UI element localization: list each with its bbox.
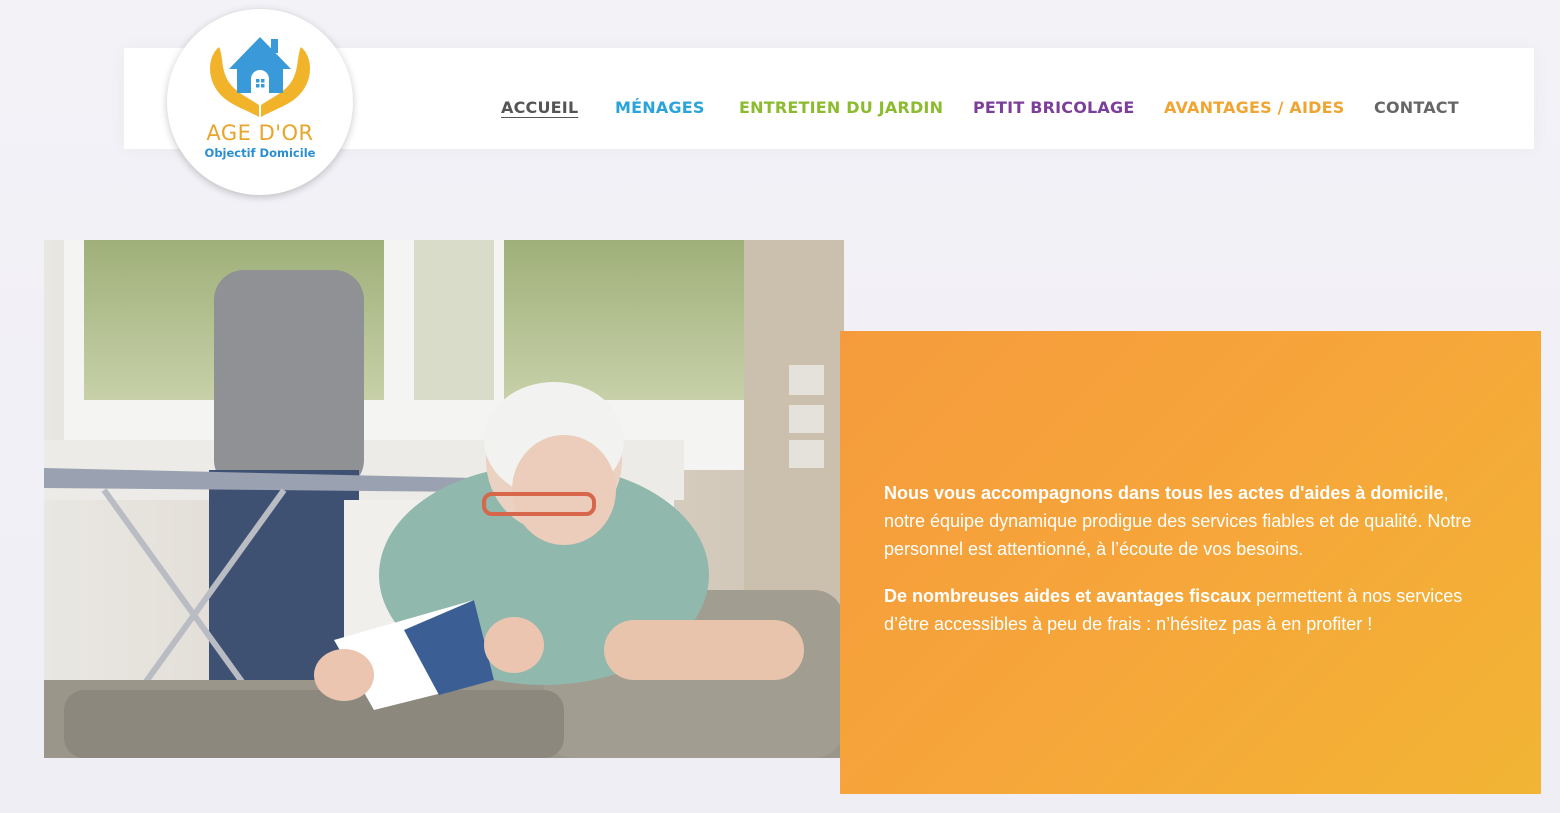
intro-panel: Nous vous accompagnons dans tous les act…: [840, 331, 1541, 794]
logo-tagline: Objectif Domicile: [204, 146, 316, 160]
elderly-woman-reading-photo: [44, 240, 844, 758]
nav-item-accueil[interactable]: ACCUEIL: [501, 98, 578, 117]
intro-paragraph-1: Nous vous accompagnons dans tous les act…: [884, 479, 1484, 563]
nav-item-entretien-jardin[interactable]: ENTRETIEN DU JARDIN: [739, 98, 943, 117]
nav-item-petit-bricolage[interactable]: PETIT BRICOLAGE: [973, 98, 1134, 117]
intro-paragraph-2: De nombreuses aides et avantages fiscaux…: [884, 582, 1484, 638]
nav-item-contact[interactable]: CONTACT: [1374, 98, 1459, 117]
intro-text: Nous vous accompagnons dans tous les act…: [884, 479, 1484, 657]
intro-p2-bold: De nombreuses aides et avantages fiscaux: [884, 586, 1252, 606]
logo-brand-text: AGE D'OR: [206, 121, 314, 145]
hero-photo: [44, 240, 844, 758]
intro-p1-bold: Nous vous accompagnons dans tous les act…: [884, 483, 1444, 503]
nav-item-menages[interactable]: MÉNAGES: [615, 98, 705, 117]
nav-item-avantages-aides[interactable]: AVANTAGES / AIDES: [1164, 98, 1344, 117]
logo[interactable]: AGE D'OR Objectif Domicile: [167, 9, 353, 195]
house-hands-icon: [210, 37, 310, 117]
